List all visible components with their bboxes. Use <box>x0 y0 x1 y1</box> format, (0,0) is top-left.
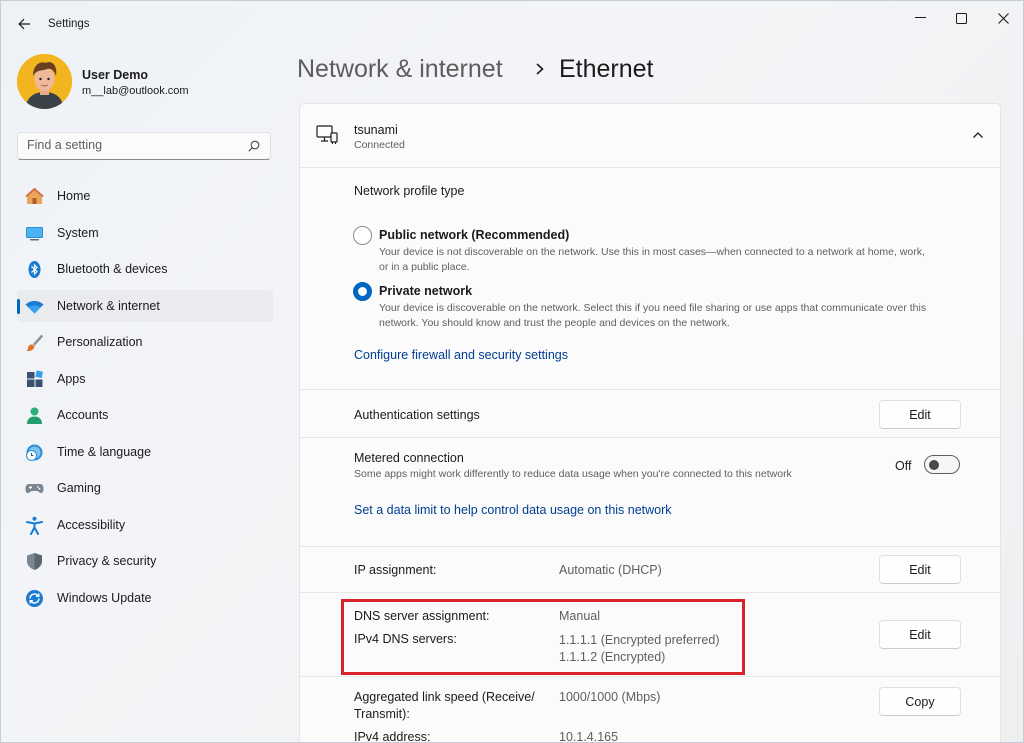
toggle-knob <box>929 460 939 470</box>
sidebar-item-gaming[interactable]: Gaming <box>17 472 273 504</box>
public-network-title: Public network (Recommended) <box>379 228 570 242</box>
minimize-icon <box>914 17 926 18</box>
gamepad-icon <box>25 479 44 498</box>
app-title: Settings <box>48 18 90 30</box>
maximize-button[interactable] <box>945 9 977 27</box>
connection-header[interactable]: tsunami Connected <box>300 104 1000 168</box>
public-network-radio[interactable] <box>353 226 372 245</box>
search-box[interactable] <box>17 132 271 160</box>
sidebar-item-accessibility[interactable]: Accessibility <box>17 509 273 541</box>
authentication-edit-button[interactable]: Edit <box>879 400 961 429</box>
accessibility-icon <box>25 516 44 535</box>
minimize-button[interactable] <box>904 9 936 27</box>
connection-name: tsunami <box>354 123 398 137</box>
public-network-desc-line1: Your device is not discoverable on the n… <box>379 246 925 258</box>
sidebar-item-time-language[interactable]: Time & language <box>17 436 273 468</box>
link-speed-value: 1000/1000 (Mbps) <box>559 690 661 704</box>
sidebar-item-home[interactable]: Home <box>17 180 273 212</box>
sidebar-item-label: System <box>57 225 99 240</box>
private-network-title: Private network <box>379 284 473 298</box>
copy-button[interactable]: Copy <box>879 687 961 716</box>
maximize-icon <box>955 12 967 24</box>
apps-icon <box>25 369 44 389</box>
ip-assignment-label: IP assignment: <box>354 563 437 577</box>
home-icon <box>25 187 44 206</box>
update-icon <box>25 589 44 608</box>
search-input[interactable] <box>27 138 237 152</box>
sidebar-item-system[interactable]: System <box>17 217 273 249</box>
private-network-radio[interactable] <box>353 282 372 301</box>
back-button[interactable] <box>11 11 37 37</box>
sidebar-item-apps[interactable]: Apps <box>17 363 273 395</box>
metered-connection-desc: Some apps might work differently to redu… <box>354 468 792 480</box>
close-button[interactable] <box>987 9 1019 27</box>
sidebar-item-label: Privacy & security <box>57 554 157 568</box>
metered-connection-toggle[interactable] <box>924 455 960 474</box>
ipv4-address-label: IPv4 address: <box>354 730 431 743</box>
sidebar-item-windows-update[interactable]: Windows Update <box>17 582 273 614</box>
chevron-up-icon[interactable] <box>972 130 984 140</box>
accounts-icon <box>25 406 44 425</box>
sidebar-nav: Home System Bluetooth & devices Network … <box>17 180 273 618</box>
sidebar-item-accounts[interactable]: Accounts <box>17 399 273 431</box>
ip-assignment-section: IP assignment: Automatic (DHCP) Edit <box>300 547 1000 593</box>
sidebar-item-label: Gaming <box>57 481 101 495</box>
firewall-settings-link[interactable]: Configure firewall and security settings <box>354 348 568 362</box>
sidebar-item-label: Accessibility <box>57 517 126 532</box>
user-email: m__lab@outlook.com <box>82 85 189 97</box>
sidebar-item-privacy-security[interactable]: Privacy & security <box>17 545 273 577</box>
chevron-right-icon <box>536 63 544 75</box>
clock-icon <box>25 443 44 462</box>
private-network-desc-line2: network. You should know and trust the p… <box>379 317 730 329</box>
shield-icon <box>25 552 44 571</box>
sidebar-item-bluetooth[interactable]: Bluetooth & devices <box>17 253 273 285</box>
ip-assignment-value: Automatic (DHCP) <box>559 563 662 577</box>
ipv4-address-value: 10.1.4.165 <box>559 730 619 743</box>
private-network-desc-line1: Your device is discoverable on the netwo… <box>379 302 927 314</box>
sidebar-item-network[interactable]: Network & internet <box>17 289 273 322</box>
user-name: User Demo <box>82 68 148 82</box>
sidebar-item-label: Personalization <box>57 335 143 349</box>
dns-edit-button[interactable]: Edit <box>879 620 961 649</box>
sidebar-item-label: Home <box>57 189 91 203</box>
breadcrumb-parent[interactable]: Network & internet <box>297 55 503 84</box>
sidebar-item-label: Network & internet <box>57 298 160 313</box>
properties-section: Aggregated link speed (Receive/ Transmit… <box>300 677 1000 743</box>
sidebar-item-label: Accounts <box>57 408 109 422</box>
metered-connection-section: Metered connection Some apps might work … <box>300 438 1000 547</box>
title-bar: Settings <box>1 1 1023 47</box>
data-limit-link[interactable]: Set a data limit to help control data us… <box>354 503 672 517</box>
sidebar-item-label: Windows Update <box>57 590 152 605</box>
settings-window: Settings User Demo m__lab@outlook.com Fi… <box>0 0 1024 743</box>
avatar[interactable] <box>17 54 72 109</box>
authentication-label: Authentication settings <box>354 408 480 422</box>
ip-assignment-edit-button[interactable]: Edit <box>879 555 961 584</box>
dns-highlight-box <box>341 599 745 675</box>
public-network-desc-line2: or in a public place. <box>379 261 470 273</box>
authentication-section: Authentication settings Edit <box>300 390 1000 438</box>
sidebar-item-label: Bluetooth & devices <box>57 262 168 276</box>
bluetooth-icon <box>25 260 44 279</box>
link-speed-label-line2: Transmit): <box>354 707 410 721</box>
system-icon <box>25 224 44 243</box>
brush-icon <box>25 333 44 352</box>
sidebar-item-personalization[interactable]: Personalization <box>17 326 273 358</box>
metered-connection-label: Metered connection <box>354 451 464 465</box>
sidebar-item-label: Time & language <box>57 444 152 459</box>
search-icon[interactable] <box>248 140 260 152</box>
wifi-icon <box>25 297 44 316</box>
network-profile-heading: Network profile type <box>354 184 465 198</box>
page-title: Ethernet <box>559 55 654 83</box>
close-icon <box>997 12 1009 24</box>
metered-toggle-state: Off <box>895 459 912 473</box>
link-speed-label-line1: Aggregated link speed (Receive/ <box>354 690 535 704</box>
user-avatar-icon <box>17 54 72 109</box>
back-arrow-icon <box>17 18 30 30</box>
connection-status: Connected <box>354 139 405 151</box>
ethernet-icon <box>316 125 338 144</box>
sidebar-item-label: Apps <box>57 371 86 386</box>
network-profile-section: Network profile type Public network (Rec… <box>300 168 1000 390</box>
